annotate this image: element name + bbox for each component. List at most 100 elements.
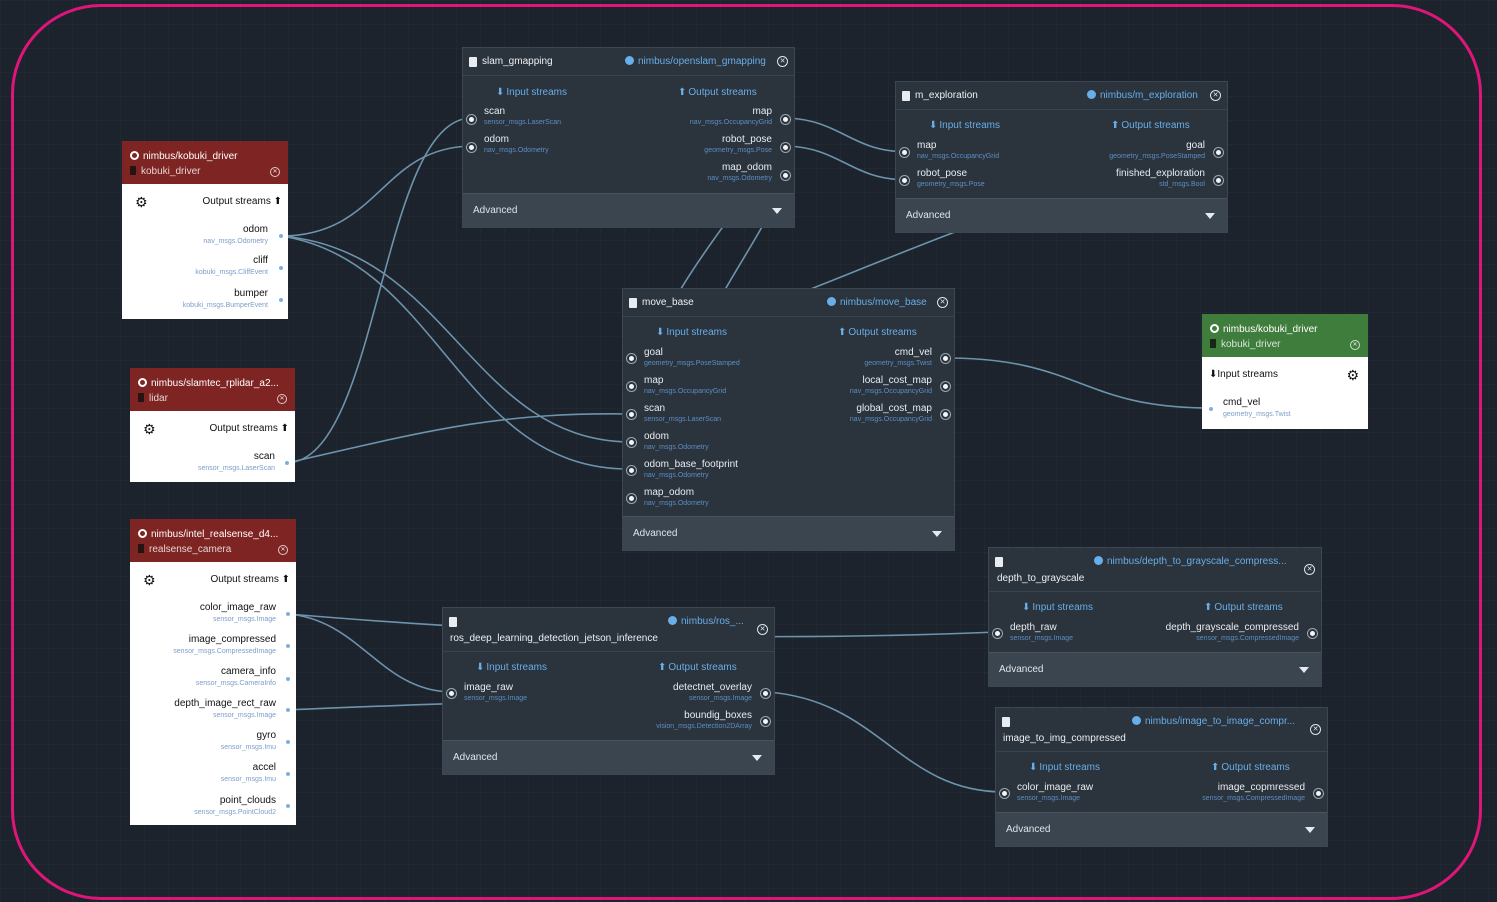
hardware-node-header[interactable]: nimbus/slamtec_rplidar_a2... lidar ✕ <box>130 368 295 411</box>
output-port-connector[interactable] <box>761 717 770 726</box>
image-icon <box>130 151 139 160</box>
port-name: finished_exploration <box>1116 168 1205 179</box>
output-port-connector[interactable] <box>781 143 790 152</box>
output-port: accel sensor_msgs.Imu <box>221 762 276 783</box>
input-port-connector[interactable] <box>627 494 636 503</box>
input-streams-label: Input streams <box>1217 369 1278 380</box>
close-icon[interactable]: ✕ <box>937 297 948 308</box>
remove-node-icon[interactable]: ✕ <box>1350 340 1360 350</box>
close-icon[interactable]: ✕ <box>1310 724 1321 735</box>
port-connector[interactable] <box>279 234 283 238</box>
output-port-connector[interactable] <box>1214 148 1223 157</box>
port-name: cmd_vel <box>1223 397 1261 408</box>
hardware-node-kobuki-input[interactable]: nimbus/kobuki_driver kobuki_driver ✕ ⬇In… <box>1202 314 1368 429</box>
input-port-connector[interactable] <box>993 629 1002 638</box>
advanced-dropdown[interactable]: Advanced <box>896 198 1227 232</box>
input-port-connector[interactable] <box>627 354 636 363</box>
settings-gear-icon[interactable]: ⚙ <box>135 194 148 211</box>
output-port: global_cost_map nav_msgs.OccupancyGrid <box>850 403 932 423</box>
function-node-move-base[interactable]: move_base nimbus/move_base ✕ ⬇ Input stre… <box>622 288 955 551</box>
input-port-connector[interactable] <box>1000 789 1009 798</box>
port-connector[interactable] <box>286 772 290 776</box>
hardware-node-realsense-camera[interactable]: nimbus/intel_realsense_d4... realsense_c… <box>130 519 296 825</box>
advanced-dropdown[interactable]: Advanced <box>989 652 1321 686</box>
advanced-dropdown[interactable]: Advanced <box>996 812 1327 846</box>
node-header[interactable]: slam_gmapping nimbus/openslam_gmapping ✕ <box>463 48 794 76</box>
port-connector[interactable] <box>286 740 290 744</box>
hardware-node-header[interactable]: nimbus/kobuki_driver kobuki_driver ✕ <box>122 141 288 184</box>
port-type: kobuki_msgs.BumperEvent <box>182 302 268 309</box>
settings-gear-icon[interactable]: ⚙ <box>1346 367 1359 384</box>
settings-gear-icon[interactable]: ⚙ <box>143 572 156 589</box>
hardware-node-header[interactable]: nimbus/intel_realsense_d4... realsense_c… <box>130 519 296 562</box>
download-icon: ⬇ <box>929 120 938 131</box>
close-icon[interactable]: ✕ <box>777 56 788 67</box>
remove-node-icon[interactable]: ✕ <box>277 394 287 404</box>
port-name: cliff <box>253 255 268 266</box>
port-name: depth_grayscale_compressed <box>1165 622 1299 633</box>
port-connector[interactable] <box>279 266 283 270</box>
function-node-depth-to-grayscale[interactable]: nimbus/depth_to_grayscale_compress... ✕ … <box>988 547 1322 687</box>
remove-node-icon[interactable]: ✕ <box>278 545 288 555</box>
node-header[interactable]: nimbus/depth_to_grayscale_compress... ✕ … <box>989 548 1321 592</box>
chevron-down-icon <box>1205 213 1215 219</box>
upload-icon: ⬆ <box>678 87 687 98</box>
output-port-connector[interactable] <box>1214 176 1223 185</box>
function-node-ros-deep-learning[interactable]: nimbus/ros_... ✕ ros_deep_learning_detec… <box>442 607 775 775</box>
node-header[interactable]: nimbus/image_to_image_compr... ✕ image_t… <box>996 708 1327 752</box>
function-node-m-exploration[interactable]: m_exploration nimbus/m_exploration ✕ ⬇ In… <box>895 81 1228 233</box>
port-name: odom <box>644 431 670 442</box>
port-connector[interactable] <box>286 612 290 616</box>
advanced-label: Advanced <box>906 210 951 221</box>
input-port-connector[interactable] <box>627 466 636 475</box>
remove-node-icon[interactable]: ✕ <box>270 167 280 177</box>
input-port-connector[interactable] <box>467 143 476 152</box>
input-port-connector[interactable] <box>627 438 636 447</box>
image-icon <box>138 529 147 538</box>
output-port: cliff kobuki_msgs.CliffEvent <box>195 255 268 276</box>
hardware-node-lidar[interactable]: nimbus/slamtec_rplidar_a2... lidar ✕ ⚙ O… <box>130 368 295 482</box>
port-connector[interactable] <box>286 644 290 648</box>
port-connector[interactable] <box>286 708 290 712</box>
port-type: sensor_msgs.Image <box>688 695 752 702</box>
output-port-connector[interactable] <box>941 354 950 363</box>
output-streams-label: Output streams <box>688 87 757 98</box>
node-header[interactable]: move_base nimbus/move_base ✕ <box>623 289 954 317</box>
input-port-connector[interactable] <box>447 689 456 698</box>
function-node-slam-gmapping[interactable]: slam_gmapping nimbus/openslam_gmapping ✕… <box>462 47 795 228</box>
advanced-dropdown[interactable]: Advanced <box>463 193 794 227</box>
settings-gear-icon[interactable]: ⚙ <box>143 421 156 438</box>
output-port-connector[interactable] <box>781 171 790 180</box>
port-name: scan <box>253 451 275 462</box>
function-node-image-to-img-compressed[interactable]: nimbus/image_to_image_compr... ✕ image_t… <box>995 707 1328 847</box>
node-image: nimbus/ros_... <box>681 616 744 627</box>
output-port-connector[interactable] <box>761 689 770 698</box>
port-connector[interactable] <box>286 677 290 681</box>
hardware-node-kobuki-output[interactable]: nimbus/kobuki_driver kobuki_driver ✕ ⚙ O… <box>122 141 288 319</box>
output-port-connector[interactable] <box>941 382 950 391</box>
input-port-connector[interactable] <box>467 115 476 124</box>
port-connector[interactable] <box>1209 407 1213 411</box>
port-connector[interactable] <box>285 461 289 465</box>
output-port-connector[interactable] <box>1308 629 1317 638</box>
input-port-connector[interactable] <box>900 148 909 157</box>
port-name: color_image_raw <box>1017 782 1094 793</box>
advanced-dropdown[interactable]: Advanced <box>443 740 774 774</box>
output-port-connector[interactable] <box>1314 789 1323 798</box>
node-header[interactable]: nimbus/ros_... ✕ ros_deep_learning_detec… <box>443 608 774 652</box>
close-icon[interactable]: ✕ <box>1304 564 1315 575</box>
port-connector[interactable] <box>286 804 290 808</box>
close-icon[interactable]: ✕ <box>757 624 768 635</box>
close-icon[interactable]: ✕ <box>1210 90 1221 101</box>
node-header[interactable]: m_exploration nimbus/m_exploration ✕ <box>896 82 1227 110</box>
advanced-dropdown[interactable]: Advanced <box>623 516 954 550</box>
output-port-connector[interactable] <box>941 410 950 419</box>
output-port: point_clouds sensor_msgs.PointCloud2 <box>194 795 276 816</box>
input-port-connector[interactable] <box>627 410 636 419</box>
output-port-connector[interactable] <box>781 115 790 124</box>
input-port-connector[interactable] <box>900 176 909 185</box>
port-connector[interactable] <box>279 298 283 302</box>
hardware-node-header[interactable]: nimbus/kobuki_driver kobuki_driver ✕ <box>1202 314 1368 357</box>
input-port-connector[interactable] <box>627 382 636 391</box>
port-name: robot_pose <box>721 134 772 145</box>
